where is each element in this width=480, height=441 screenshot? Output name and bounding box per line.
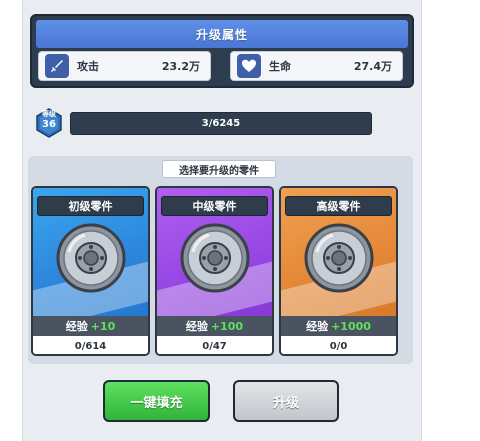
parts-selection-title: 选择要升级的零件 [162, 160, 276, 178]
exp-bonus: +100 [210, 319, 244, 333]
level-text: 等级 36 [36, 111, 62, 130]
stat-label: 生命 [269, 60, 291, 73]
part-card-intermediate[interactable]: 中级零件 经验 +100 0/47 [155, 186, 274, 356]
exp-progress-bar: 3/6245 [70, 112, 372, 135]
level-value: 36 [42, 119, 56, 130]
upgrade-button[interactable]: 升级 [233, 380, 339, 422]
header-title: 升级属性 [195, 27, 248, 42]
card-name: 中级零件 [161, 196, 268, 216]
heart-icon [237, 54, 261, 78]
exp-bonus: +10 [90, 319, 116, 333]
card-exp: 经验 +1000 [281, 316, 396, 336]
exp-label: 经验 [65, 320, 88, 333]
card-count: 0/614 [33, 336, 148, 354]
exp-progress-text: 3/6245 [201, 118, 241, 129]
exp-bonus: +1000 [331, 319, 371, 333]
brake-disc-icon [180, 223, 250, 293]
stat-attack: 攻击 23.2万 [38, 51, 211, 81]
card-exp: 经验 +10 [33, 316, 148, 336]
sword-icon [45, 54, 69, 78]
card-name: 初级零件 [37, 196, 144, 216]
card-exp: 经验 +100 [157, 316, 272, 336]
stat-value: 27.4万 [353, 60, 392, 73]
stat-health: 生命 27.4万 [230, 51, 403, 81]
part-card-basic[interactable]: 初级零件 经验 +10 0/614 [31, 186, 150, 356]
header-bar: 升级属性 [36, 20, 408, 48]
game-screen: 升级属性 攻击 23.2万 生命 27.4万 等级 36 3/6245 选择要升… [0, 0, 480, 441]
stat-value: 23.2万 [161, 60, 200, 73]
card-name: 高级零件 [285, 196, 392, 216]
part-card-advanced[interactable]: 高级零件 经验 +1000 0/0 [279, 186, 398, 356]
brake-disc-icon [56, 223, 126, 293]
stat-label: 攻击 [77, 60, 99, 73]
brake-disc-icon [304, 223, 374, 293]
level-label: 等级 [42, 110, 56, 118]
auto-fill-button[interactable]: 一键填充 [103, 380, 210, 422]
exp-label: 经验 [306, 320, 329, 333]
exp-label: 经验 [185, 320, 208, 333]
card-count: 0/47 [157, 336, 272, 354]
card-count: 0/0 [281, 336, 396, 354]
